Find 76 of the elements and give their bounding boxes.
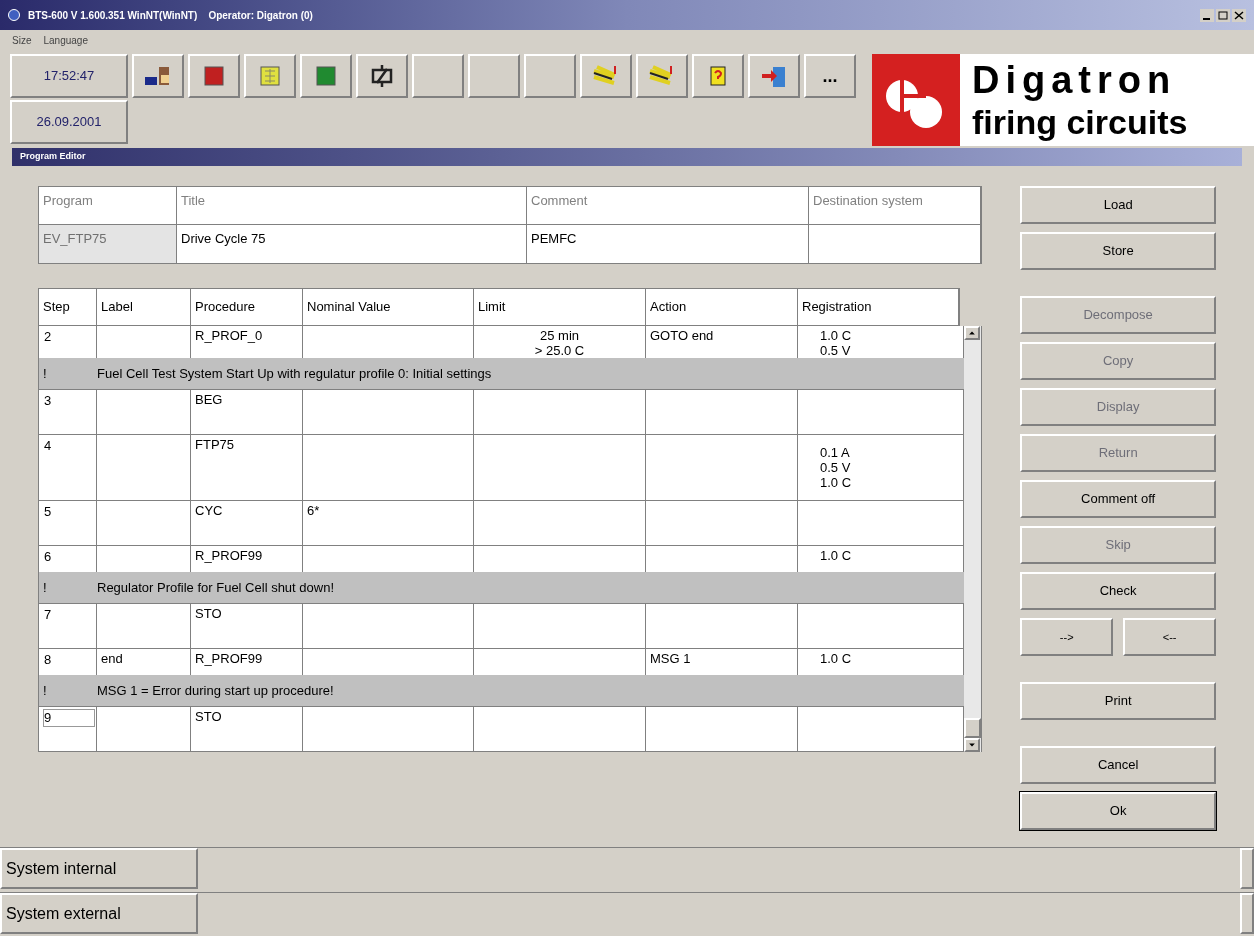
status-button[interactable]: System external [0,893,198,934]
action-button[interactable]: Load [1020,186,1216,224]
table-cell-text: 1.0 C [820,328,853,343]
table-cell-text: 1.0 C [820,548,853,563]
table-cell-text: 0.5 V [820,343,852,358]
menu-item[interactable]: Size [12,32,32,48]
action-button[interactable]: Ok [1020,792,1216,830]
column-header: Registration [798,289,960,325]
column-header: Step [39,289,97,325]
comment-row[interactable]: ! MSG 1 = Error during start up procedure! [39,675,965,707]
comment-marker: ! [42,681,48,700]
column-header: Procedure [191,289,303,325]
step-cell[interactable]: 9 [43,709,95,727]
table-cell-text: STO [195,606,223,621]
toolbar-button[interactable] [188,54,240,98]
column-header: Action [646,289,798,325]
table-cell-text: CYC [195,503,224,518]
scrollbar[interactable] [964,326,983,752]
step-cell[interactable]: 7 [43,606,95,624]
scroll-down-icon[interactable] [964,738,981,752]
clock-time: 17:52:47 [10,54,128,98]
column-header: Nominal Value [303,289,474,325]
action-button[interactable]: Comment off [1020,480,1216,518]
table-cell-text: BEG [195,392,224,407]
comment-marker: ! [42,364,48,383]
action-button[interactable]: Check [1020,572,1216,610]
arrow-button[interactable]: <-- [1123,618,1216,656]
editor-title: Program Editor [20,150,86,164]
step-cell[interactable]: 4 [43,437,95,455]
scroll-thumb[interactable] [964,718,982,738]
table-cell-text: R_PROF99 [195,651,264,666]
app-icon [8,9,20,21]
arrow-button[interactable]: --> [1020,618,1114,656]
step-cell[interactable]: 3 [43,392,95,410]
menu-item[interactable]: Language [43,32,88,48]
toolbar-button[interactable] [132,54,184,98]
comment-text: Regulator Profile for Fuel Cell shut down! [97,578,334,597]
comment-text: Fuel Cell Test System Start Up with regulatur profile 0: Initial settings [97,364,492,383]
step-cell[interactable]: 8 [43,651,95,669]
clock-date: 26.09.2001 [10,100,128,144]
table-cell-text: end [101,651,124,666]
column-header: Limit [474,289,646,325]
action-button[interactable]: Cancel [1020,746,1216,784]
scroll-up-icon[interactable] [964,326,981,340]
comment-text: MSG 1 = Error during start up procedure! [97,681,334,700]
table-cell-text: FTP75 [195,437,235,452]
toolbar-button[interactable] [356,54,408,98]
table-cell-text: R_PROF_0 [195,328,264,343]
table-cell-text: R_PROF99 [195,548,264,563]
comment-row[interactable]: ! Fuel Cell Test System Start Up with regulatur profile 0: Initial settings [39,358,965,390]
close-icon[interactable] [1232,8,1246,22]
table-cell-text: STO [195,709,223,724]
table-cell-text: 0.1 A [820,445,851,460]
more-button[interactable]: ... [804,54,856,98]
status-button[interactable]: System internal [0,848,198,889]
table-cell-text: MSG 1 [650,651,692,666]
step-cell[interactable]: 2 [43,328,95,346]
action-button[interactable]: Print [1020,682,1216,720]
minimize-icon[interactable] [1200,8,1214,22]
step-cell[interactable]: 6 [43,548,95,566]
column-header: Label [97,289,191,325]
window-title: BTS-600 V 1.600.351 WinNT(WinNT) Operator: Digatron (0) [28,8,314,23]
table-cell-text: GOTO end [650,328,715,343]
logo-name: Digatron [972,58,1178,102]
comment-row[interactable]: ! Regulator Profile for Fuel Cell shut down! [39,572,965,604]
comment-marker: ! [42,578,48,597]
table-cell: 25 min [540,328,579,343]
table-cell-text: 6* [307,503,321,518]
step-cell[interactable]: 5 [43,503,95,521]
table-cell-text: 0.5 V [820,460,852,475]
table-cell-text: 1.0 C [820,475,853,490]
logo-tagline: firing circuits [972,102,1189,142]
action-button[interactable]: Store [1020,232,1216,270]
maximize-icon[interactable] [1216,8,1230,22]
table-cell-text: 1.0 C [820,651,853,666]
table-cell: > 25.0 C [534,343,585,358]
